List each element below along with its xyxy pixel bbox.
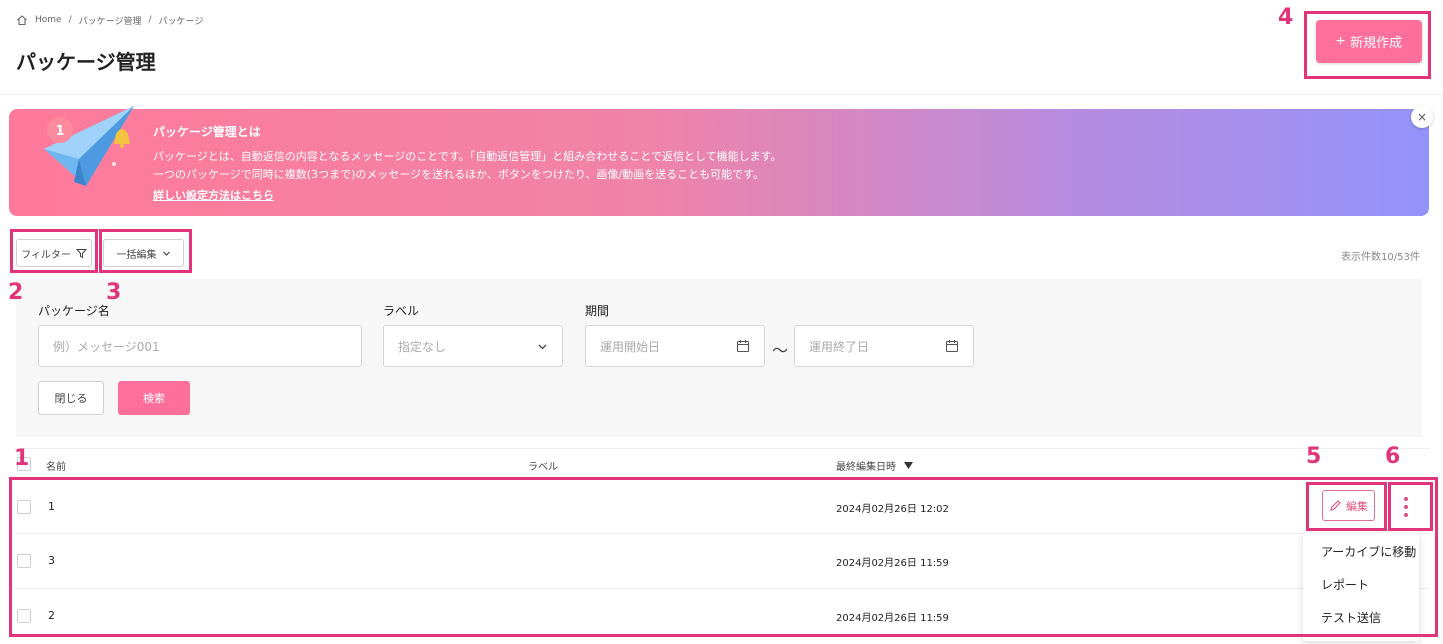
annotation-number-6: 6	[1385, 444, 1401, 469]
annotation-box-2	[10, 229, 98, 273]
column-header-updated-label: 最終編集日時	[836, 462, 896, 473]
annotation-box-1	[9, 477, 1438, 637]
period-label: 期間	[585, 304, 610, 318]
label-select[interactable]: 指定なし	[383, 325, 563, 367]
package-name-label: パッケージ名	[38, 304, 110, 318]
column-header-name[interactable]: 名前	[46, 458, 66, 473]
page-title: パッケージ管理	[16, 50, 156, 74]
result-count: 表示件数10/53件	[1341, 252, 1420, 263]
sort-desc-icon[interactable]	[904, 461, 913, 470]
close-filter-button[interactable]: 閉じる	[38, 381, 104, 415]
calendar-icon[interactable]	[736, 339, 750, 353]
annotation-number-1: 1	[14, 446, 30, 471]
banner-close-button[interactable]: ×	[1411, 106, 1433, 128]
banner-description-1: パッケージとは、自動返信の内容となるメッセージのことです。「自動返信管理」と組み…	[153, 150, 782, 163]
table-top-divider	[14, 448, 1430, 449]
column-header-label[interactable]: ラベル	[528, 458, 558, 473]
end-date-input[interactable]: 運用終了日	[794, 325, 974, 367]
chevron-down-icon	[538, 344, 547, 349]
start-date-placeholder: 運用開始日	[600, 339, 661, 354]
banner-badge-number: 1	[55, 124, 64, 139]
label-filter-label: ラベル	[383, 304, 420, 318]
start-date-input[interactable]: 運用開始日	[585, 325, 765, 367]
end-date-placeholder: 運用終了日	[809, 339, 870, 354]
date-range-separator: 〜	[772, 341, 789, 360]
annotation-box-6	[1388, 482, 1433, 531]
label-select-value: 指定なし	[398, 339, 447, 354]
breadcrumb-separator: /	[148, 15, 152, 25]
package-name-placeholder: 例）メッセージ001	[53, 339, 160, 354]
annotation-box-3	[99, 229, 192, 273]
breadcrumb-separator: /	[68, 15, 72, 25]
package-name-input[interactable]: 例）メッセージ001	[38, 325, 362, 367]
breadcrumb: Home / パッケージ管理 / パッケージ	[16, 12, 203, 28]
annotation-number-4: 4	[1278, 5, 1294, 30]
annotation-number-3: 3	[106, 280, 122, 305]
banner-help-link[interactable]: 詳しい設定方法はこちら	[153, 187, 274, 203]
banner-title: パッケージ管理とは	[153, 125, 261, 139]
breadcrumb-package: パッケージ	[158, 16, 204, 27]
close-icon: ×	[1416, 110, 1428, 124]
annotation-number-2: 2	[8, 280, 24, 305]
column-header-updated[interactable]: 最終編集日時	[836, 458, 913, 473]
banner-description-2: 一つのパッケージで同時に複数(3つまで)のメッセージを送れるほか、ボタンをつけた…	[153, 168, 765, 181]
search-button[interactable]: 検索	[118, 381, 190, 415]
breadcrumb-package-management[interactable]: パッケージ管理	[79, 14, 142, 27]
breadcrumb-home[interactable]: Home	[35, 15, 62, 25]
calendar-icon[interactable]	[945, 339, 959, 353]
annotation-number-5: 5	[1306, 444, 1322, 469]
header-divider	[0, 94, 1443, 95]
home-icon[interactable]	[16, 14, 28, 26]
annotation-box-4	[1304, 11, 1431, 79]
annotation-box-5	[1306, 482, 1387, 531]
paper-plane-icon: 1	[44, 106, 134, 186]
